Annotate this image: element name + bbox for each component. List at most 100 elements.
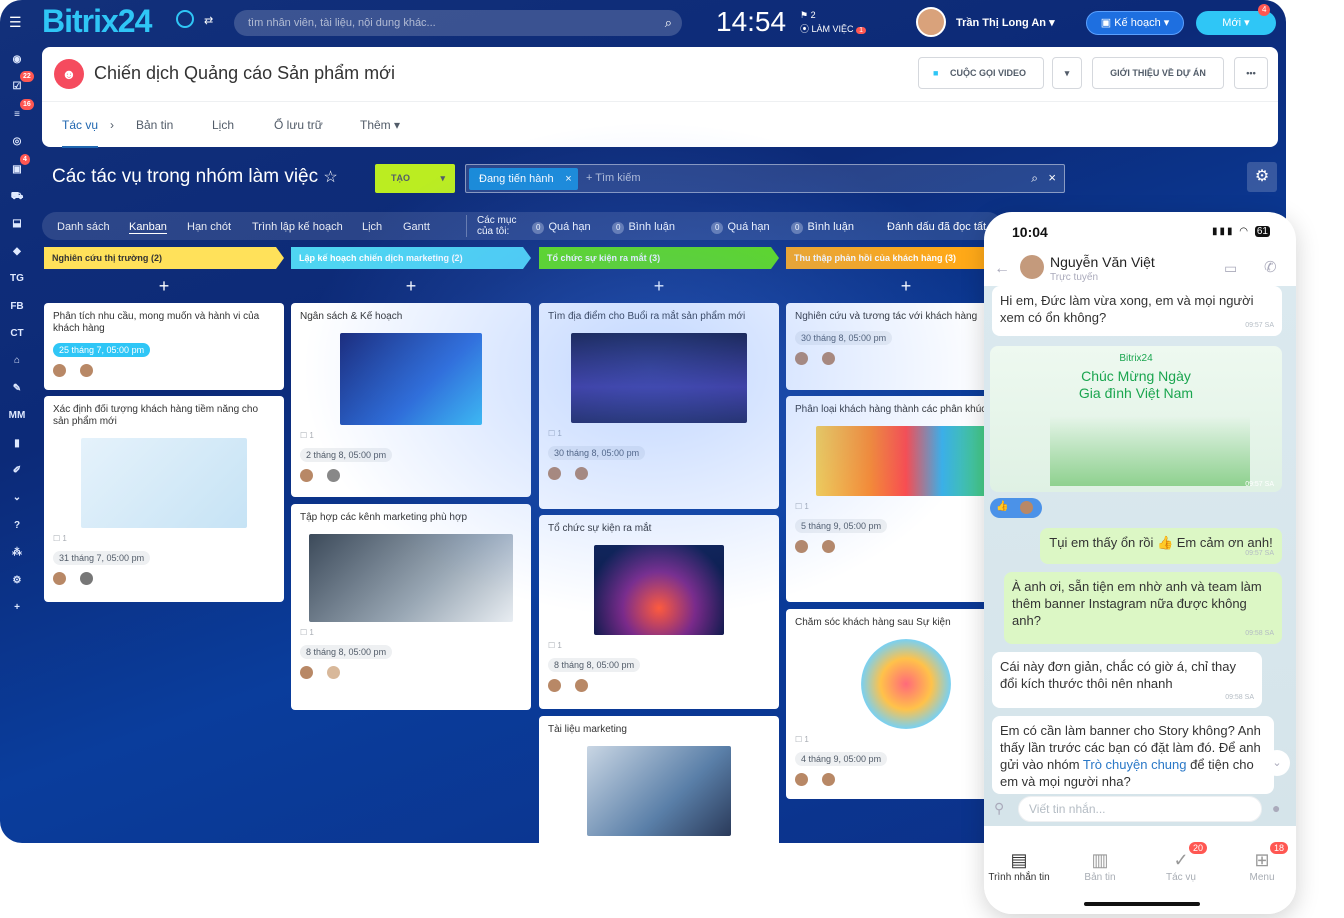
add-card-button[interactable]: + — [291, 269, 531, 303]
view-kanban[interactable]: Kanban — [129, 221, 167, 234]
tab-drive[interactable]: Ổ lưu trữ — [274, 118, 323, 132]
deadline-badge[interactable]: 8 tháng 8, 05:00 pm — [548, 658, 641, 672]
back-icon[interactable]: ← — [994, 260, 1010, 278]
more-button[interactable]: ••• — [1234, 57, 1268, 89]
star-icon[interactable]: ☆ — [323, 169, 337, 186]
view-list[interactable]: Danh sách — [57, 221, 110, 233]
feed-icon[interactable]: ≡ 16 — [4, 98, 34, 125]
column-header[interactable]: Nghiên cứu thị trường (2) — [44, 247, 284, 269]
phone-icon[interactable]: ✆ — [1264, 258, 1277, 276]
search-input[interactable]: tìm nhân viên, tài liệu, nội dung khác..… — [234, 10, 682, 36]
avatar[interactable] — [53, 572, 66, 585]
task-card[interactable]: Tài liệu marketing — [539, 716, 779, 843]
tab-tasks[interactable]: Tác vụ — [62, 118, 99, 148]
sidebar-item-ct[interactable]: CT — [4, 324, 30, 344]
video-icon[interactable]: ▭ — [1224, 260, 1237, 277]
mark-read-link[interactable]: Đánh dấu đã đọc tất — [887, 221, 986, 233]
avatar[interactable] — [575, 679, 588, 692]
deadline-badge[interactable]: 2 tháng 8, 05:00 pm — [300, 448, 393, 462]
logo-icon[interactable]: ◉ — [4, 50, 30, 70]
task-card[interactable]: Tổ chức sự kiện ra mắt ☐ 1 8 tháng 8, 05… — [539, 515, 779, 709]
avatar[interactable] — [53, 364, 66, 377]
bank-icon[interactable]: ⌂ — [4, 351, 30, 371]
counter-overdue-2[interactable]: 0 Quá hạn — [711, 221, 770, 234]
counter-comments[interactable]: 0 Bình luận — [612, 221, 675, 234]
scroll-down-icon[interactable]: ⌄ — [1264, 750, 1290, 776]
filter-search[interactable]: Đang tiến hành × + Tìm kiếm ⌕ × — [465, 164, 1065, 193]
task-card[interactable]: Tìm địa điểm cho Buổi ra mắt sản phẩm mớ… — [539, 303, 779, 509]
sidebar-item-fb[interactable]: FB — [4, 297, 30, 317]
target-icon[interactable]: ◎ — [4, 132, 30, 152]
task-card[interactable]: Xác định đối tượng khách hàng tiềm năng … — [44, 396, 284, 602]
filter-chip[interactable]: Đang tiến hành × — [469, 168, 578, 190]
video-call-button[interactable]: ■ CUỘC GỌI VIDEO — [918, 57, 1044, 89]
avatar[interactable] — [1020, 255, 1044, 279]
tab-feed[interactable]: Bản tin — [136, 118, 173, 132]
reaction-badge[interactable]: 👍 — [990, 498, 1042, 518]
view-deadline[interactable]: Hạn chót — [187, 221, 231, 233]
avatar[interactable] — [300, 469, 313, 482]
counter-comments-2[interactable]: 0 Bình luận — [791, 221, 854, 234]
nav-feed[interactable]: ▥ Bản tin — [1060, 850, 1140, 883]
tab-more[interactable]: Thêm ▾ — [360, 118, 400, 132]
group-chat-link[interactable]: Trò chuyện chung — [1083, 757, 1187, 772]
tab-calendar[interactable]: Lịch — [212, 118, 234, 132]
task-card[interactable]: Ngân sách & Kế hoạch ☐ 1 2 tháng 8, 05:0… — [291, 303, 531, 497]
project-intro-button[interactable]: GIỚI THIỆU VỀ DỰ ÁN — [1092, 57, 1224, 89]
sidebar-item-mm[interactable]: MM — [4, 406, 30, 426]
add-card-button[interactable]: + — [44, 269, 284, 303]
view-calendar[interactable]: Lịch — [362, 221, 382, 233]
sidebar-item-tg[interactable]: TG — [4, 269, 30, 289]
video-call-dropdown[interactable]: ▾ — [1052, 57, 1082, 89]
tasks-icon[interactable]: ☑ 22 — [4, 71, 34, 97]
view-gantt[interactable]: Gantt — [403, 221, 430, 233]
sign-icon[interactable]: ✎ — [4, 379, 30, 399]
nav-tasks[interactable]: ✓ Tác vụ 20 — [1141, 842, 1221, 883]
create-task-button[interactable]: TẠO ▾ — [375, 164, 455, 193]
deadline-badge[interactable]: 4 tháng 9, 05:00 pm — [795, 752, 888, 766]
user-menu[interactable]: Trần Thị Long An ▾ — [916, 7, 1055, 39]
help-icon[interactable]: ? — [4, 516, 30, 536]
avatar[interactable] — [548, 467, 561, 480]
task-card[interactable]: Phân tích nhu cầu, mong muốn và hành vi … — [44, 303, 284, 390]
avatar[interactable] — [795, 352, 808, 365]
deadline-badge[interactable]: 25 tháng 7, 05:00 pm — [53, 343, 151, 357]
avatar[interactable] — [795, 540, 808, 553]
search-icon[interactable]: ⌕ — [665, 10, 672, 36]
deadline-badge[interactable]: 8 tháng 8, 05:00 pm — [300, 645, 393, 659]
contacts-icon[interactable]: ▣ 4 — [4, 153, 30, 180]
contact-name[interactable]: Nguyễn Văn Việt — [1050, 254, 1155, 270]
deadline-badge[interactable]: 30 tháng 8, 05:00 pm — [548, 446, 646, 460]
workday-status[interactable]: ⚑ 2 ⦿ LÀM VIỆC 1 — [800, 8, 866, 38]
avatar[interactable] — [822, 773, 835, 786]
column-header[interactable]: Lập kế hoạch chiến dịch marketing (2) — [291, 247, 531, 269]
avatar[interactable] — [795, 773, 808, 786]
cart-icon[interactable]: ⛟ — [4, 187, 30, 207]
nav-menu[interactable]: ⊞ Menu 18 — [1222, 842, 1296, 883]
avatar[interactable] — [300, 666, 313, 679]
avatar[interactable] — [327, 469, 340, 482]
avatar[interactable] — [822, 352, 835, 365]
avatar[interactable] — [80, 364, 93, 377]
avatar[interactable] — [575, 467, 588, 480]
chart-icon[interactable]: ▮ — [4, 434, 30, 454]
deadline-badge[interactable]: 31 tháng 7, 05:00 pm — [53, 551, 151, 565]
message-input[interactable]: Viết tin nhắn... — [1018, 796, 1262, 822]
add-card-button[interactable]: + — [539, 269, 779, 303]
gear-icon[interactable]: ⚙ — [4, 571, 30, 591]
hamburger-icon[interactable]: ☰ — [9, 14, 22, 31]
mic-icon[interactable]: ● — [1272, 800, 1280, 816]
gear-icon[interactable]: ⚙ — [1247, 162, 1277, 192]
chevron-down-icon[interactable]: ▾ — [440, 164, 445, 193]
edit-icon[interactable]: ✐ — [4, 461, 30, 481]
network-icon[interactable]: ⁂ — [4, 543, 30, 563]
nav-messenger[interactable]: ▤ Trình nhắn tin — [984, 850, 1059, 883]
plan-button[interactable]: ▣ Kế hoạch ▾ — [1086, 11, 1184, 35]
logo[interactable]: Bitrix24 — [42, 3, 152, 40]
close-icon[interactable]: × — [565, 168, 571, 190]
avatar[interactable] — [80, 572, 93, 585]
counter-overdue[interactable]: 0 Quá hạn — [532, 221, 591, 234]
task-card[interactable]: Tập hợp các kênh marketing phù hợp ☐ 1 8… — [291, 504, 531, 710]
chevron-icon[interactable]: ⌄ — [4, 488, 30, 508]
greeting-card-image[interactable]: Bitrix24 Chúc Mừng Ngày Gia đình Việt Na… — [990, 346, 1282, 492]
